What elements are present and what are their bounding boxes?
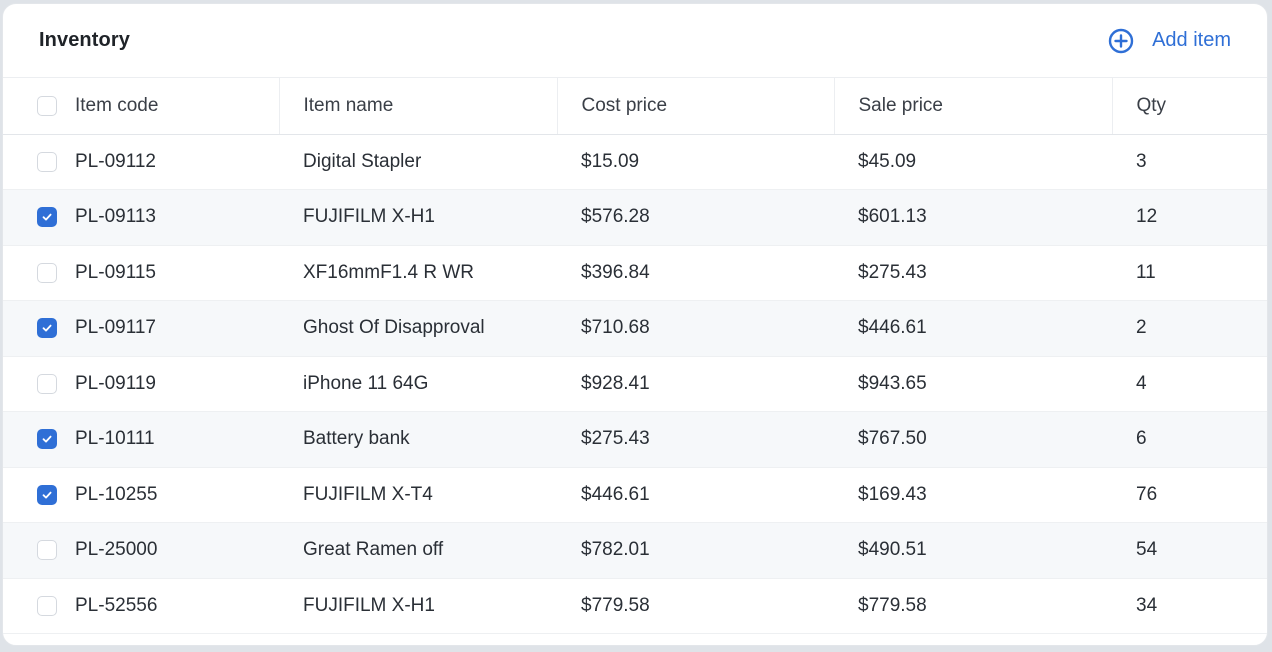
table-row[interactable]: PL-10111 Battery bank $275.43 $767.50 6 <box>3 411 1267 468</box>
item-code: PL-09119 <box>75 372 156 394</box>
qty-cell: 4 <box>1112 356 1267 412</box>
item-code: PL-10255 <box>75 483 158 505</box>
item-code-cell: PL-09113 <box>3 189 279 246</box>
cost-price-cell: $928.41 <box>557 356 834 412</box>
table-row[interactable]: PL-09113 FUJIFILM X-H1 $576.28 $601.13 12 <box>3 189 1267 246</box>
inventory-table: Item code Item name Cost price Sale pric… <box>3 78 1267 634</box>
item-name-cell: Ghost Of Disapproval <box>279 300 557 357</box>
add-item-label: Add item <box>1152 29 1231 51</box>
table-body: PL-09112 Digital Stapler $15.09 $45.09 3 PL-0… <box>3 134 1267 634</box>
item-code-cell: PL-09112 <box>3 134 279 190</box>
item-code-cell: PL-09119 <box>3 356 279 412</box>
select-all-checkbox[interactable] <box>37 95 57 116</box>
column-header-label: Item code <box>75 94 159 116</box>
checkmark-icon <box>42 435 52 443</box>
checkmark-icon <box>42 213 52 221</box>
item-name-cell: FUJIFILM X-T4 <box>279 467 557 523</box>
row-checkbox[interactable] <box>37 151 57 172</box>
item-name-cell: FUJIFILM X-H1 <box>279 189 557 246</box>
qty-cell: 34 <box>1112 578 1267 634</box>
table-row[interactable]: PL-52556 FUJIFILM X-H1 $779.58 $779.58 34 <box>3 578 1267 634</box>
table-row[interactable]: PL-09117 Ghost Of Disapproval $710.68 $446.… <box>3 300 1267 357</box>
checkmark-icon <box>42 324 52 332</box>
cost-price-cell: $576.28 <box>557 189 834 246</box>
table-row[interactable]: PL-10255 FUJIFILM X-T4 $446.61 $169.43 76 <box>3 467 1267 523</box>
sale-price-cell: $446.61 <box>834 300 1112 357</box>
item-name-cell: FUJIFILM X-H1 <box>279 578 557 634</box>
row-checkbox[interactable] <box>37 318 57 339</box>
item-code-cell: PL-09117 <box>3 300 279 357</box>
item-name-cell: Great Ramen off <box>279 522 557 579</box>
row-checkbox[interactable] <box>37 595 57 616</box>
plus-circle-icon <box>1108 28 1134 54</box>
row-checkbox[interactable] <box>37 540 57 561</box>
table-header-row: Item code Item name Cost price Sale pric… <box>3 78 1267 135</box>
cost-price-cell: $15.09 <box>557 134 834 190</box>
sale-price-cell: $490.51 <box>834 522 1112 579</box>
row-checkbox[interactable] <box>37 207 57 228</box>
item-code: PL-09112 <box>75 150 156 172</box>
sale-price-cell: $779.58 <box>834 578 1112 634</box>
sale-price-cell: $45.09 <box>834 134 1112 190</box>
table-row[interactable]: PL-09115 XF16mmF1.4 R WR $396.84 $275.43 11 <box>3 245 1267 301</box>
inventory-card: Inventory Add item Item code Item name C… <box>2 3 1268 646</box>
cost-price-cell: $710.68 <box>557 300 834 357</box>
cost-price-cell: $275.43 <box>557 411 834 468</box>
item-code-cell: PL-10255 <box>3 467 279 523</box>
qty-cell: 6 <box>1112 411 1267 468</box>
table-row[interactable]: PL-09112 Digital Stapler $15.09 $45.09 3 <box>3 134 1267 190</box>
sale-price-cell: $767.50 <box>834 411 1112 468</box>
column-header-item-name[interactable]: Item name <box>279 78 558 135</box>
item-code: PL-09117 <box>75 317 156 339</box>
row-checkbox[interactable] <box>37 373 57 394</box>
item-code-cell: PL-10111 <box>3 411 279 468</box>
sale-price-cell: $943.65 <box>834 356 1112 412</box>
sale-price-cell: $169.43 <box>834 467 1112 523</box>
qty-cell: 2 <box>1112 300 1267 357</box>
checkmark-icon <box>42 491 52 499</box>
cost-price-cell: $446.61 <box>557 467 834 523</box>
column-header-qty[interactable]: Qty <box>1112 78 1267 135</box>
cost-price-cell: $779.58 <box>557 578 834 634</box>
item-code-cell: PL-09115 <box>3 245 279 301</box>
cost-price-cell: $782.01 <box>557 522 834 579</box>
qty-cell: 3 <box>1112 134 1267 190</box>
page-title: Inventory <box>39 29 130 51</box>
item-code-cell: PL-25000 <box>3 522 279 579</box>
item-code: PL-25000 <box>75 539 158 561</box>
column-header-cost-price[interactable]: Cost price <box>557 78 835 135</box>
item-name-cell: XF16mmF1.4 R WR <box>279 245 557 301</box>
item-name-cell: Battery bank <box>279 411 557 468</box>
card-header: Inventory Add item <box>3 4 1267 78</box>
item-code: PL-10111 <box>75 428 155 450</box>
column-header-item-code[interactable]: Item code <box>3 78 280 135</box>
qty-cell: 54 <box>1112 522 1267 579</box>
column-header-sale-price[interactable]: Sale price <box>834 78 1113 135</box>
sale-price-cell: $601.13 <box>834 189 1112 246</box>
item-name-cell: Digital Stapler <box>279 134 557 190</box>
qty-cell: 76 <box>1112 467 1267 523</box>
item-code: PL-09115 <box>75 261 156 283</box>
qty-cell: 12 <box>1112 189 1267 246</box>
cost-price-cell: $396.84 <box>557 245 834 301</box>
item-code: PL-09113 <box>75 206 156 228</box>
add-item-button[interactable]: Add item <box>1108 28 1231 54</box>
row-checkbox[interactable] <box>37 484 57 505</box>
item-code-cell: PL-52556 <box>3 578 279 634</box>
item-code: PL-52556 <box>75 594 158 616</box>
sale-price-cell: $275.43 <box>834 245 1112 301</box>
row-checkbox[interactable] <box>37 262 57 283</box>
qty-cell: 11 <box>1112 245 1267 301</box>
table-row[interactable]: PL-09119 iPhone 11 64G $928.41 $943.65 4 <box>3 356 1267 412</box>
item-name-cell: iPhone 11 64G <box>279 356 557 412</box>
table-row[interactable]: PL-25000 Great Ramen off $782.01 $490.51 54 <box>3 522 1267 579</box>
row-checkbox[interactable] <box>37 429 57 450</box>
